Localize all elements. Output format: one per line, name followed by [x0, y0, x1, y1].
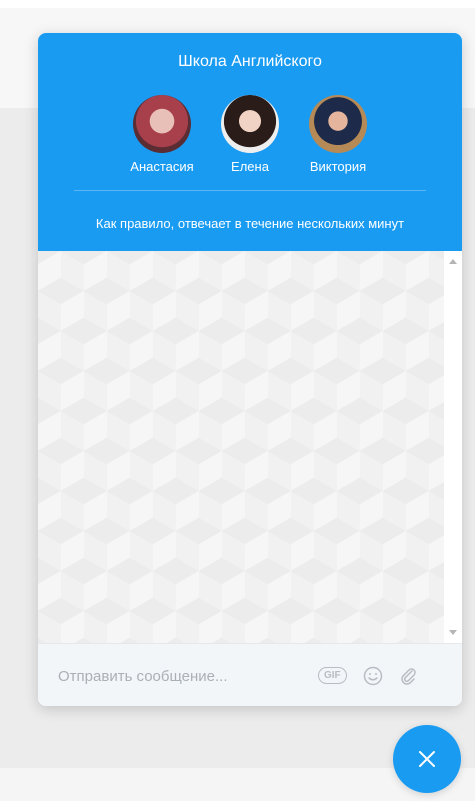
scroll-up-arrow-icon[interactable]	[449, 259, 457, 264]
agent-name: Елена	[231, 159, 269, 174]
message-area[interactable]	[38, 251, 462, 643]
chat-header: Школа Английского Анастасия Елена Виктор…	[38, 33, 462, 251]
paperclip-icon[interactable]	[398, 666, 418, 691]
chat-widget: Школа Английского Анастасия Елена Виктор…	[38, 33, 462, 706]
gif-icon[interactable]: GIF	[318, 667, 347, 684]
header-divider	[74, 190, 426, 191]
agent-name: Анастасия	[130, 159, 194, 174]
agent-anastasia: Анастасия	[118, 95, 206, 174]
agent-viktoria: Виктория	[294, 95, 382, 174]
message-input[interactable]	[56, 662, 310, 690]
agent-list: Анастасия Елена Виктория	[38, 95, 462, 174]
close-chat-button[interactable]	[393, 725, 461, 793]
scroll-down-arrow-icon[interactable]	[449, 630, 457, 635]
scrollbar[interactable]	[444, 251, 462, 643]
agent-name: Виктория	[309, 159, 367, 174]
reply-time-text: Как правило, отвечает в течение нескольк…	[95, 216, 405, 231]
avatar	[221, 95, 279, 153]
message-composer: GIF	[38, 643, 462, 706]
avatar	[309, 95, 367, 153]
chat-title: Школа Английского	[178, 53, 322, 70]
avatar	[133, 95, 191, 153]
smile-icon[interactable]	[363, 666, 383, 691]
close-icon	[419, 751, 435, 767]
agent-elena: Елена	[206, 95, 294, 174]
